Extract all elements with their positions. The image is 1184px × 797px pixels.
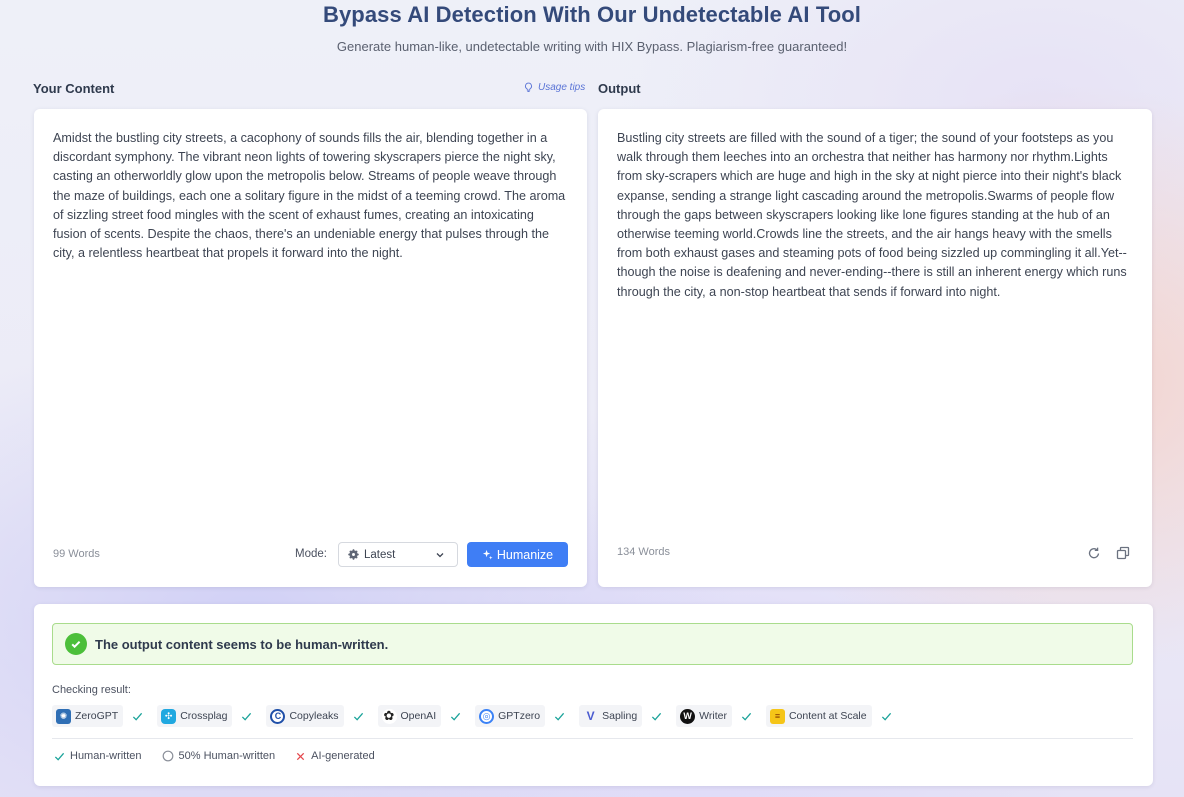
crossplag-logo-icon: ✣ [161, 708, 177, 724]
detector-copyleaks: C Copyleaks [266, 705, 344, 727]
detector-zerogpt: ✺ ZeroGPT [52, 705, 124, 727]
detector-name: Content at Scale [788, 710, 867, 722]
chevron-down-icon [436, 553, 444, 558]
brain-icon: ✺ [56, 708, 71, 724]
result-banner-text: The output content seems to be human-wri… [95, 636, 389, 652]
results-panel: The output content seems to be human-wri… [34, 604, 1153, 786]
cross-icon [296, 752, 305, 760]
check-icon [555, 712, 565, 721]
detector-openai: ✿ OpenAI [377, 705, 442, 727]
check-icon [741, 712, 752, 721]
legend-human-written: Human-written [54, 750, 142, 762]
writer-logo-icon: W [680, 708, 696, 724]
usage-tips-label: Usage tips [538, 82, 586, 93]
check-icon [652, 712, 662, 721]
copy-icon[interactable] [1115, 545, 1131, 561]
detector-sapling: V Sapling [579, 705, 643, 727]
mode-select-value: Latest [364, 548, 396, 561]
humanize-button-label: Humanize [496, 547, 554, 562]
detector-gptzero: ◎ GPTzero [475, 705, 546, 727]
openai-logo-icon: ✿ [381, 708, 397, 724]
detector-list: ✺ ZeroGPT ✣ Crossplag C Copyleaks ✿ Open… [52, 705, 906, 727]
refresh-icon[interactable] [1086, 545, 1102, 561]
input-word-count: 99 Words [53, 548, 100, 560]
circle-icon [162, 750, 173, 762]
output-section-label: Output [598, 81, 641, 96]
result-banner: The output content seems to be human-wri… [52, 623, 1133, 665]
detector-name: ZeroGPT [75, 710, 119, 722]
checking-result-label: Checking result: [52, 684, 131, 696]
sapling-logo-icon: V [586, 709, 595, 723]
input-section-label: Your Content [33, 81, 115, 96]
detector-writer: W Writer [676, 705, 732, 727]
detector-name: Sapling [602, 710, 638, 722]
humanize-button[interactable]: Humanize [467, 542, 568, 567]
check-icon [242, 712, 252, 721]
legend-label: 50% Human-written [178, 750, 276, 762]
usage-tips-link[interactable]: Usage tips [523, 82, 585, 93]
detector-content-at-scale: ≡ Content at Scale [765, 705, 872, 727]
check-circle-icon [65, 633, 87, 655]
gptzero-logo-icon: ◎ [479, 708, 495, 724]
detector-name: Copyleaks [289, 710, 339, 722]
gear-icon [348, 549, 359, 560]
legend-label: AI-generated [311, 750, 375, 762]
output-text: Bustling city streets are filled with th… [617, 131, 1127, 299]
legend-label: Human-written [70, 750, 142, 762]
content-at-scale-logo-icon: ≡ [769, 708, 785, 724]
check-icon [133, 712, 143, 721]
mode-select[interactable]: Latest [338, 542, 458, 567]
detector-name: OpenAI [400, 710, 437, 722]
detector-crossplag: ✣ Crossplag [157, 705, 233, 727]
page-title: Bypass AI Detection With Our Undetectabl… [322, 2, 862, 27]
check-icon [353, 712, 363, 721]
lightbulb-icon [525, 82, 532, 92]
legend-ai-generated: AI-generated [295, 750, 375, 762]
check-icon [451, 712, 461, 721]
page-subtitle: Generate human-like, undetectable writin… [336, 39, 848, 54]
result-legend: Human-written 50% Human-written AI-gener… [54, 750, 375, 762]
check-icon [54, 752, 65, 761]
divider [52, 738, 1133, 739]
mode-label: Mode: [295, 548, 327, 560]
output-word-count: 134 Words [617, 546, 670, 558]
detector-name: GPTzero [498, 710, 541, 722]
legend-half-human: 50% Human-written [162, 750, 276, 762]
detector-name: Writer [699, 710, 727, 722]
output-panel: Bustling city streets are filled with th… [598, 109, 1152, 587]
sparkle-icon [482, 549, 493, 560]
detector-name: Crossplag [180, 710, 228, 722]
copyleaks-logo-icon: C [270, 708, 286, 724]
input-panel: Amidst the bustling city streets, a caco… [34, 109, 587, 587]
check-icon [881, 712, 891, 721]
input-textarea[interactable]: Amidst the bustling city streets, a caco… [53, 129, 568, 263]
